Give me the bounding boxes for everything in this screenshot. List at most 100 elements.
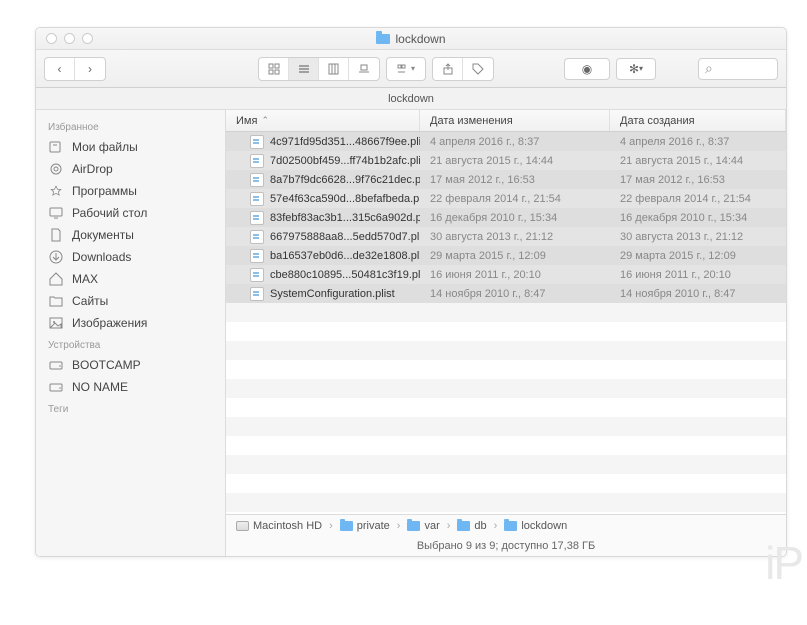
icon-view-button[interactable] xyxy=(259,58,289,80)
path-label: lockdown xyxy=(521,520,567,532)
file-row[interactable]: 4c971fd95d351...48667f9ee.plist4 апреля … xyxy=(226,132,786,151)
path-item[interactable]: private xyxy=(340,520,390,532)
file-name: SystemConfiguration.plist xyxy=(270,288,395,300)
chevron-right-icon: › xyxy=(395,520,403,532)
file-modified: 16 декабря 2010 г., 15:34 xyxy=(420,208,610,227)
share-button[interactable] xyxy=(433,58,463,80)
folder-icon xyxy=(504,521,517,531)
file-created: 30 августа 2013 г., 21:12 xyxy=(610,227,786,246)
file-name: 667975888aa8...5edd570d7.plist xyxy=(270,231,420,243)
sidebar-item-изображения[interactable]: Изображения xyxy=(36,312,225,334)
sidebar-item-label: Мои файлы xyxy=(72,140,138,154)
sidebar-item-рабочий-стол[interactable]: Рабочий стол xyxy=(36,202,225,224)
file-created: 14 ноября 2010 г., 8:47 xyxy=(610,284,786,303)
file-created: 29 марта 2015 г., 12:09 xyxy=(610,246,786,265)
search-input[interactable] xyxy=(698,58,778,80)
file-row[interactable]: 8a7b7f9dc6628...9f76c21dec.plist17 мая 2… xyxy=(226,170,786,189)
column-name[interactable]: Имя⌃ xyxy=(226,110,420,131)
sidebar-item-label: Downloads xyxy=(72,250,131,264)
drive-icon xyxy=(48,379,64,395)
file-name: cbe880c10895...50481c3f19.plist xyxy=(270,269,420,281)
folder-icon xyxy=(407,521,420,531)
file-created: 21 августа 2015 г., 14:44 xyxy=(610,151,786,170)
forward-button[interactable]: › xyxy=(75,58,105,80)
plist-file-icon xyxy=(250,211,264,225)
file-name: ba16537eb0d6...de32e1808.plist xyxy=(270,250,420,262)
sidebar-item-мои-файлы[interactable]: Мои файлы xyxy=(36,136,225,158)
all-files-icon xyxy=(48,139,64,155)
plist-file-icon xyxy=(250,192,264,206)
file-modified: 4 апреля 2016 г., 8:37 xyxy=(420,132,610,151)
file-modified: 30 августа 2013 г., 21:12 xyxy=(420,227,610,246)
sidebar-item-downloads[interactable]: Downloads xyxy=(36,246,225,268)
file-row[interactable]: 57e4f63ca590d...8befafbeda.plist 22 февра… xyxy=(226,189,786,208)
file-row[interactable]: 83febf83ac3b1...315c6a902d.plist16 декаб… xyxy=(226,208,786,227)
column-headers: Имя⌃ Дата изменения Дата создания xyxy=(226,110,786,132)
file-created: 4 апреля 2016 г., 8:37 xyxy=(610,132,786,151)
file-modified: 14 ноября 2010 г., 8:47 xyxy=(420,284,610,303)
arrange-button[interactable]: ▾ xyxy=(387,58,425,80)
sidebar-favorites-header: Избранное xyxy=(36,116,225,136)
sidebar-item-документы[interactable]: Документы xyxy=(36,224,225,246)
folder-icon xyxy=(376,34,390,44)
path-item[interactable]: var xyxy=(407,520,439,532)
status-bar: Выбрано 9 из 9; доступно 17,38 ГБ xyxy=(226,536,786,556)
path-label: var xyxy=(424,520,439,532)
file-name: 83febf83ac3b1...315c6a902d.plist xyxy=(270,212,420,224)
tab-bar: lockdown xyxy=(36,88,786,110)
action-menu-button[interactable]: ✻ ▾ xyxy=(616,58,656,80)
column-view-button[interactable] xyxy=(319,58,349,80)
sidebar-item-label: Программы xyxy=(72,184,137,198)
sidebar-devices-header: Устройства xyxy=(36,334,225,354)
file-row[interactable]: 667975888aa8...5edd570d7.plist30 августа… xyxy=(226,227,786,246)
coverflow-view-button[interactable] xyxy=(349,58,379,80)
sidebar-item-bootcamp[interactable]: BOOTCAMP xyxy=(36,354,225,376)
file-created: 22 февраля 2014 г., 21:54 xyxy=(610,189,786,208)
back-button[interactable]: ‹ xyxy=(45,58,75,80)
sidebar-item-программы[interactable]: Программы xyxy=(36,180,225,202)
finder-window: lockdown ‹ › ▾ ◉ ✻ ▾ lockdown xyxy=(35,27,787,557)
path-item[interactable]: lockdown xyxy=(504,520,567,532)
folder-icon xyxy=(340,521,353,531)
sidebar-item-label: AirDrop xyxy=(72,162,113,176)
chevron-right-icon: › xyxy=(327,520,335,532)
toolbar: ‹ › ▾ ◉ ✻ ▾ xyxy=(36,50,786,88)
file-modified: 16 июня 2011 г., 20:10 xyxy=(420,265,610,284)
sidebar-item-max[interactable]: MAX xyxy=(36,268,225,290)
sidebar-item-airdrop[interactable]: AirDrop xyxy=(36,158,225,180)
list-view-button[interactable] xyxy=(289,58,319,80)
quicklook-button[interactable]: ◉ xyxy=(564,58,610,80)
file-created: 16 декабря 2010 г., 15:34 xyxy=(610,208,786,227)
sort-arrow-icon: ⌃ xyxy=(261,115,269,126)
hd-icon xyxy=(236,521,249,531)
folder-icon xyxy=(48,293,64,309)
sidebar-item-сайты[interactable]: Сайты xyxy=(36,290,225,312)
tags-button[interactable] xyxy=(463,58,493,80)
file-list: 4c971fd95d351...48667f9ee.plist4 апреля … xyxy=(226,132,786,514)
plist-file-icon xyxy=(250,249,264,263)
file-name: 57e4f63ca590d...8befafbeda.plist xyxy=(270,193,420,205)
plist-file-icon xyxy=(250,268,264,282)
arrange-group: ▾ xyxy=(386,57,426,81)
nav-buttons: ‹ › xyxy=(44,57,106,81)
column-modified[interactable]: Дата изменения xyxy=(420,110,610,131)
path-item[interactable]: db xyxy=(457,520,486,532)
column-created[interactable]: Дата создания xyxy=(610,110,786,131)
file-name: 8a7b7f9dc6628...9f76c21dec.plist xyxy=(270,174,420,186)
file-row[interactable]: ba16537eb0d6...de32e1808.plist 29 марта 2… xyxy=(226,246,786,265)
content-pane: Имя⌃ Дата изменения Дата создания 4c971f… xyxy=(226,110,786,556)
pictures-icon xyxy=(48,315,64,331)
file-row[interactable]: SystemConfiguration.plist 14 ноября 2010 … xyxy=(226,284,786,303)
sidebar-tags-header: Теги xyxy=(36,398,225,418)
path-bar: Macintosh HD›private›var›db›lockdown xyxy=(226,514,786,536)
sidebar-item-label: Рабочий стол xyxy=(72,206,147,220)
path-item[interactable]: Macintosh HD xyxy=(236,520,322,532)
sidebar: Избранное Мои файлы AirDrop Программы Рабоч… xyxy=(36,110,226,556)
chevron-right-icon: › xyxy=(445,520,453,532)
file-row[interactable]: 7d02500bf459...ff74b1b2afc.plist21 авгус… xyxy=(226,151,786,170)
sidebar-item-label: Изображения xyxy=(72,316,147,330)
sidebar-item-no-name[interactable]: NO NAME xyxy=(36,376,225,398)
file-row[interactable]: cbe880c10895...50481c3f19.plist16 июня 2… xyxy=(226,265,786,284)
tab-label[interactable]: lockdown xyxy=(388,93,434,105)
view-switcher xyxy=(258,57,380,81)
